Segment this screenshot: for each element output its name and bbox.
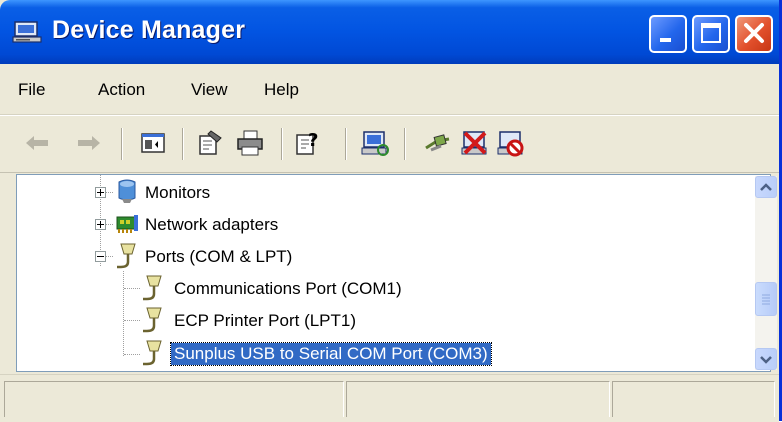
minimize-icon [660,38,671,42]
menu-view[interactable]: View [191,80,228,100]
toolbar-separator [121,128,123,160]
menu-help[interactable]: Help [264,80,299,100]
svg-text:?: ? [308,130,318,151]
tree-item-label: Network adapters [145,215,279,234]
minimize-button[interactable] [649,15,687,53]
status-pane-secondary [346,381,610,417]
tree-item-monitors[interactable]: Monitors [17,178,747,208]
menu-bar: File Action View Help [0,64,779,115]
toolbar-separator [182,128,184,160]
scroll-up-button[interactable] [755,176,777,198]
port-icon [141,339,165,371]
port-icon [141,274,165,307]
status-pane-tertiary [612,381,775,417]
device-manager-icon [12,20,44,44]
tree-item-label: ECP Printer Port (LPT1) [174,311,357,330]
back-arrow-icon[interactable] [22,128,52,158]
chevron-down-icon [760,356,772,364]
uninstall-icon[interactable] [460,128,490,158]
toolbar-separator [345,128,347,160]
status-pane-main [4,381,344,417]
scroll-down-button[interactable] [755,348,777,370]
collapse-minus-icon[interactable] [95,251,106,262]
tree-item-label: Monitors [145,183,211,202]
tree-item-com3[interactable]: Sunplus USB to Serial COM Port (COM3) [17,339,747,369]
window-title: Device Manager [52,16,246,44]
update-driver-icon[interactable] [423,128,453,158]
scan-hardware-icon[interactable] [360,128,390,158]
tree-item-com1[interactable]: Communications Port (COM1) [17,274,747,304]
device-tree[interactable]: Monitors Network adapters Ports (COM & L… [16,174,771,372]
device-manager-window: Device Manager File Action View Help ? M… [0,0,782,422]
title-bar[interactable]: Device Manager [0,0,779,64]
vertical-scrollbar[interactable] [755,176,777,370]
toolbar: ? [0,115,779,173]
grip-icon [762,294,770,305]
expand-plus-icon[interactable] [95,219,106,230]
scroll-thumb[interactable] [755,282,777,316]
disable-icon[interactable] [496,128,526,158]
tree-item-label: Communications Port (COM1) [174,279,402,298]
maximize-button[interactable] [692,15,730,53]
maximize-icon [701,23,721,43]
tree-item-ports[interactable]: Ports (COM & LPT) [17,242,747,272]
tree-item-network-adapters[interactable]: Network adapters [17,210,747,240]
toolbar-separator [404,128,406,160]
network-adapter-icon [115,212,139,241]
port-icon [115,242,139,275]
expand-plus-icon[interactable] [95,187,106,198]
menu-action[interactable]: Action [98,80,145,100]
close-button[interactable] [735,15,773,53]
monitor-icon [115,178,139,209]
close-icon [744,23,764,43]
status-bar [0,374,779,422]
print-icon[interactable] [235,128,265,158]
show-hide-tree-icon[interactable] [138,128,168,158]
tree-item-lpt1[interactable]: ECP Printer Port (LPT1) [17,306,747,336]
tree-item-label: Ports (COM & LPT) [145,247,293,266]
properties-icon[interactable] [195,128,225,158]
port-icon [141,306,165,339]
tree-item-label-selected: Sunplus USB to Serial COM Port (COM3) [170,342,492,366]
forward-arrow-icon[interactable] [74,128,104,158]
menu-file[interactable]: File [18,80,45,100]
toolbar-separator [281,128,283,160]
help-icon[interactable]: ? [293,128,323,158]
chevron-up-icon [760,183,772,191]
